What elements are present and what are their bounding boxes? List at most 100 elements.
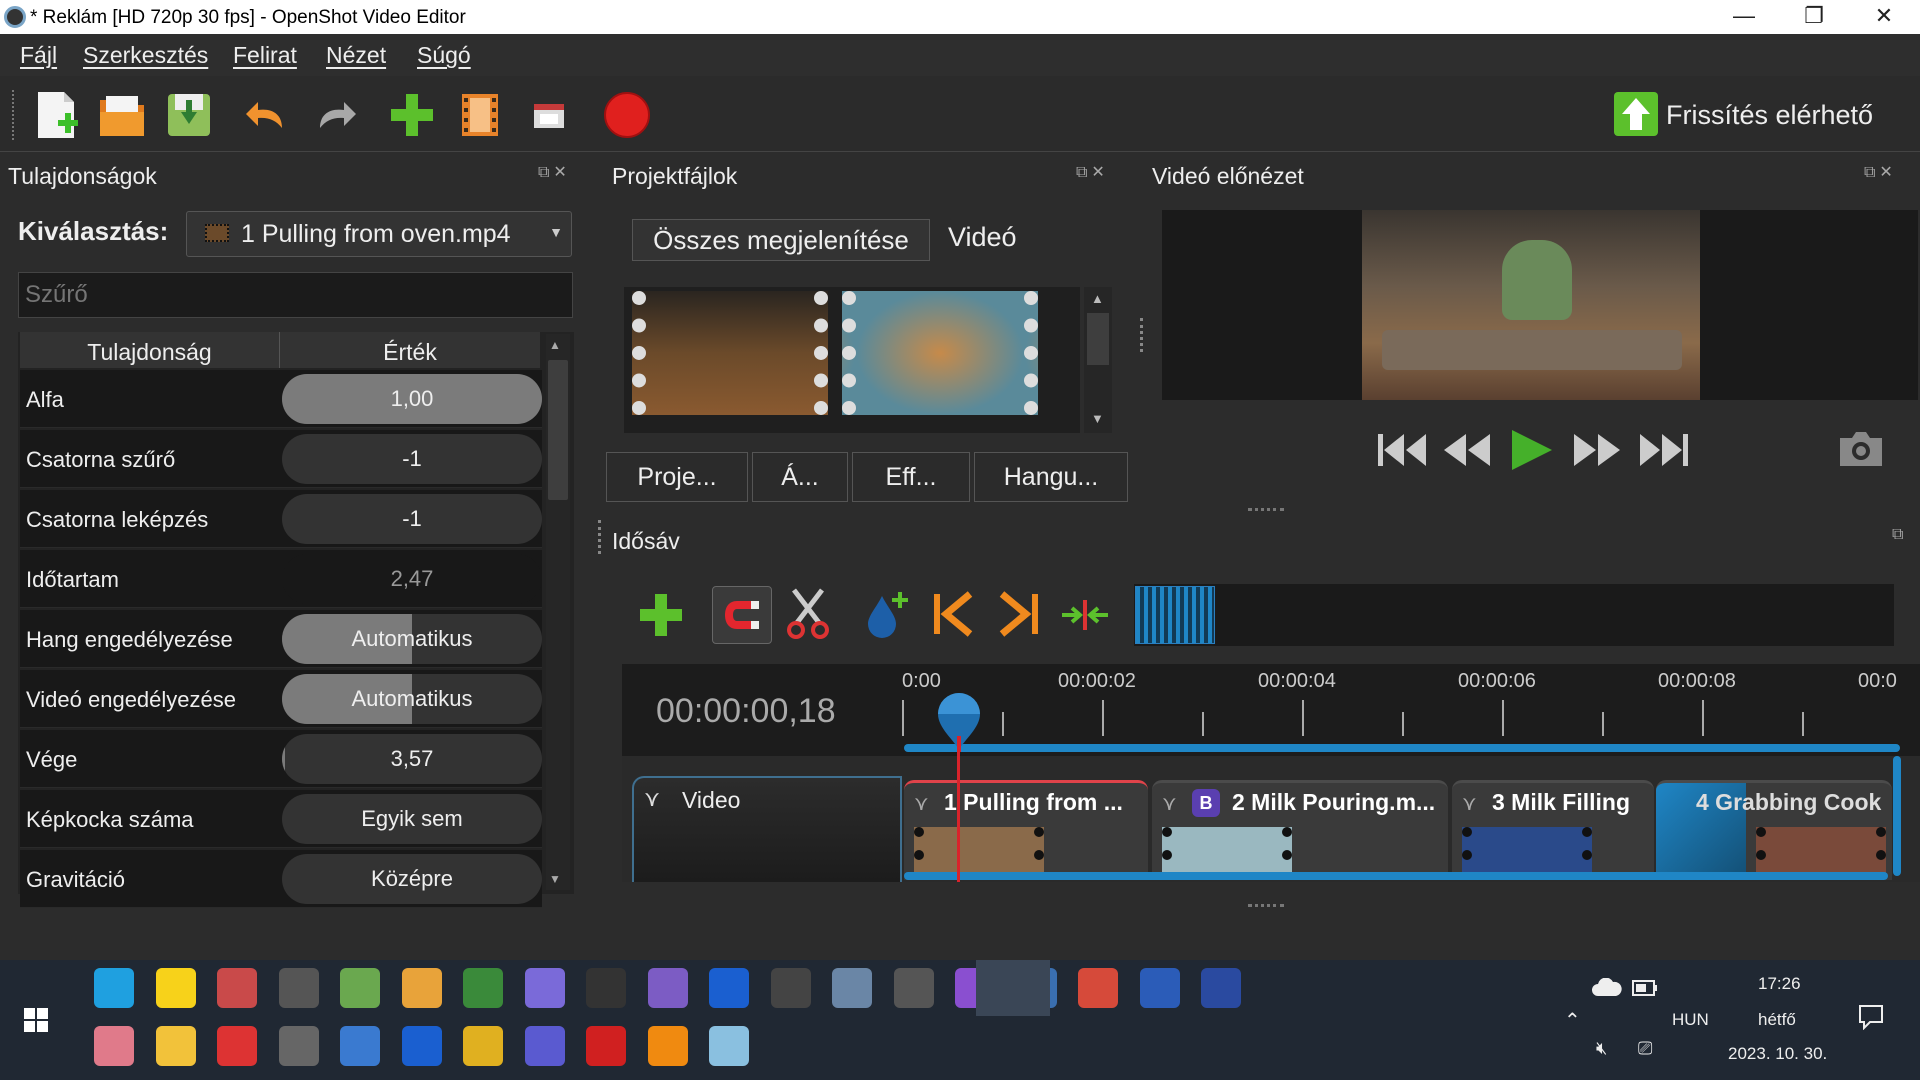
menu-help[interactable]: Súgó: [417, 42, 471, 69]
tiles-icon[interactable]: [401, 968, 442, 1008]
teamviewer-icon[interactable]: [401, 1026, 442, 1066]
unity-icon[interactable]: [278, 1026, 319, 1066]
filter-show-all-button[interactable]: Összes megjelenítése: [632, 219, 930, 261]
minimize-button[interactable]: —: [1709, 0, 1779, 34]
clip-menu-icon[interactable]: ⋎: [1462, 791, 1477, 816]
update-available-button[interactable]: Frissítés elérhető: [1614, 90, 1894, 140]
teapot-icon[interactable]: [463, 1026, 503, 1066]
timeline-horizontal-scrollbar[interactable]: [904, 872, 1888, 880]
preview-dock-buttons[interactable]: ⧉✕: [1864, 162, 1897, 182]
save-project-icon[interactable]: [165, 90, 213, 140]
kindle-icon[interactable]: [278, 968, 319, 1008]
property-row[interactable]: Hang engedélyezése Automatikus: [20, 610, 542, 668]
rewind-icon[interactable]: [1440, 428, 1492, 472]
notepad-icon[interactable]: [340, 968, 380, 1008]
project-files-dock-buttons[interactable]: ⧉✕: [1076, 162, 1109, 182]
menu-file[interactable]: Fájl: [20, 42, 57, 69]
teams-icon[interactable]: [524, 1026, 565, 1066]
paint-icon[interactable]: [217, 968, 257, 1008]
add-file-icon[interactable]: [388, 90, 436, 140]
camera-snapshot-icon[interactable]: [1836, 428, 1886, 468]
property-value-slider[interactable]: 1,00: [282, 374, 542, 424]
timeline-clip-3[interactable]: ⋎ 3 Milk Filling: [1452, 780, 1654, 880]
property-row[interactable]: Gravitáció Középre: [20, 850, 542, 908]
clip-menu-icon[interactable]: ⋎: [914, 791, 929, 816]
save-app-icon[interactable]: [1201, 968, 1241, 1008]
scrollbar-thumb[interactable]: [548, 360, 568, 500]
taskbar-active-app[interactable]: [976, 960, 1050, 1016]
scroll-up-icon[interactable]: ▲: [1091, 291, 1104, 306]
timeline-dock-buttons[interactable]: ⧉: [1892, 526, 1907, 544]
export-record-icon[interactable]: [602, 90, 652, 140]
property-row[interactable]: Csatorna leképzés -1: [20, 490, 542, 548]
project-files-scrollbar[interactable]: ▲ ▼: [1084, 287, 1112, 433]
notification-center-icon[interactable]: [1858, 1004, 1884, 1030]
network-icon[interactable]: ⎚: [1638, 1038, 1652, 1059]
onedrive-cloud-icon[interactable]: [1592, 978, 1622, 998]
battery-icon[interactable]: [1632, 980, 1658, 996]
snapping-toggle-button[interactable]: [712, 586, 772, 644]
property-row[interactable]: Vége 3,57: [20, 730, 542, 788]
scroll-down-icon[interactable]: ▼: [1091, 411, 1104, 426]
clock-date[interactable]: 2023. 10. 30.: [1728, 1044, 1827, 1064]
chrome-icon[interactable]: [1078, 968, 1118, 1008]
playhead-line[interactable]: [957, 748, 960, 882]
openshot-icon[interactable]: [832, 968, 872, 1008]
flag-icon[interactable]: [217, 1026, 257, 1066]
windows-start-icon[interactable]: [24, 1008, 48, 1032]
fullscreen-icon[interactable]: [524, 90, 572, 140]
clock-day[interactable]: hétfő: [1758, 1010, 1796, 1030]
next-marker-icon[interactable]: [996, 590, 1042, 638]
inkscape-icon[interactable]: [770, 968, 811, 1008]
menu-edit[interactable]: Szerkesztés: [83, 42, 208, 69]
property-row[interactable]: Csatorna szűrő -1: [20, 430, 542, 488]
timeline-scroll-bar-top[interactable]: [904, 744, 1900, 752]
tab-emojis[interactable]: Hangu...: [974, 452, 1128, 502]
property-value-slider[interactable]: 2,47: [282, 554, 542, 604]
splitter-handle[interactable]: [598, 520, 602, 554]
add-track-icon[interactable]: [636, 590, 686, 640]
viber-icon[interactable]: [647, 968, 688, 1008]
timeline-clip-2[interactable]: ⋎ B 2 Milk Pouring.m...: [1152, 780, 1448, 880]
scroll-up-icon[interactable]: ▲: [549, 338, 561, 352]
property-row[interactable]: Időtartam 2,47: [20, 550, 542, 608]
property-value-slider[interactable]: -1: [282, 434, 542, 484]
timeline-clip-4[interactable]: 4 Grabbing Cook: [1656, 780, 1892, 880]
cube-icon[interactable]: [893, 968, 934, 1008]
property-value-slider[interactable]: Egyik sem: [282, 794, 542, 844]
redo-icon[interactable]: [312, 90, 360, 140]
clock-time[interactable]: 17:26: [1758, 974, 1801, 994]
property-row[interactable]: Videó engedélyezése Automatikus: [20, 670, 542, 728]
layers-icon[interactable]: [94, 1026, 134, 1066]
headphones-icon[interactable]: [709, 968, 749, 1008]
selection-dropdown[interactable]: 1 Pulling from oven.mp4 ▼: [186, 211, 572, 257]
properties-dock-buttons[interactable]: ⧉✕: [538, 162, 571, 182]
tab-project-files[interactable]: Proje...: [606, 452, 748, 502]
property-value-slider[interactable]: Automatikus: [282, 614, 542, 664]
jump-to-start-icon[interactable]: [1376, 428, 1428, 472]
menu-title[interactable]: Felirat: [233, 42, 297, 69]
scrollbar-thumb[interactable]: [1087, 313, 1109, 365]
previous-marker-icon[interactable]: [930, 590, 976, 638]
open-project-icon[interactable]: [98, 90, 146, 140]
maximize-button[interactable]: ❐: [1779, 0, 1849, 34]
property-row[interactable]: Alfa 1,00: [20, 370, 542, 428]
qbittorrent-icon[interactable]: [340, 1026, 380, 1066]
splitter-handle[interactable]: [1248, 508, 1284, 512]
properties-scrollbar[interactable]: ▲ ▼: [546, 334, 570, 890]
show-hidden-icons[interactable]: ⌃: [1564, 1008, 1581, 1033]
scroll-down-icon[interactable]: ▼: [549, 872, 561, 886]
edge-icon[interactable]: [94, 968, 134, 1008]
column-header-property[interactable]: Tulajdonság: [20, 332, 280, 368]
sticky-notes-icon[interactable]: [155, 968, 196, 1008]
overview-viewport[interactable]: [1135, 586, 1215, 644]
vlc-icon[interactable]: [647, 1026, 688, 1066]
close-button[interactable]: ✕: [1849, 0, 1919, 34]
property-filter-input[interactable]: [18, 272, 573, 318]
filter-video-button[interactable]: Videó: [948, 222, 1017, 253]
tab-transitions[interactable]: Á...: [752, 452, 848, 502]
column-header-value[interactable]: Érték: [280, 332, 540, 368]
property-row[interactable]: Képkocka száma Egyik sem: [20, 790, 542, 848]
menu-view[interactable]: Nézet: [326, 42, 386, 69]
tab-effects[interactable]: Eff...: [852, 452, 970, 502]
